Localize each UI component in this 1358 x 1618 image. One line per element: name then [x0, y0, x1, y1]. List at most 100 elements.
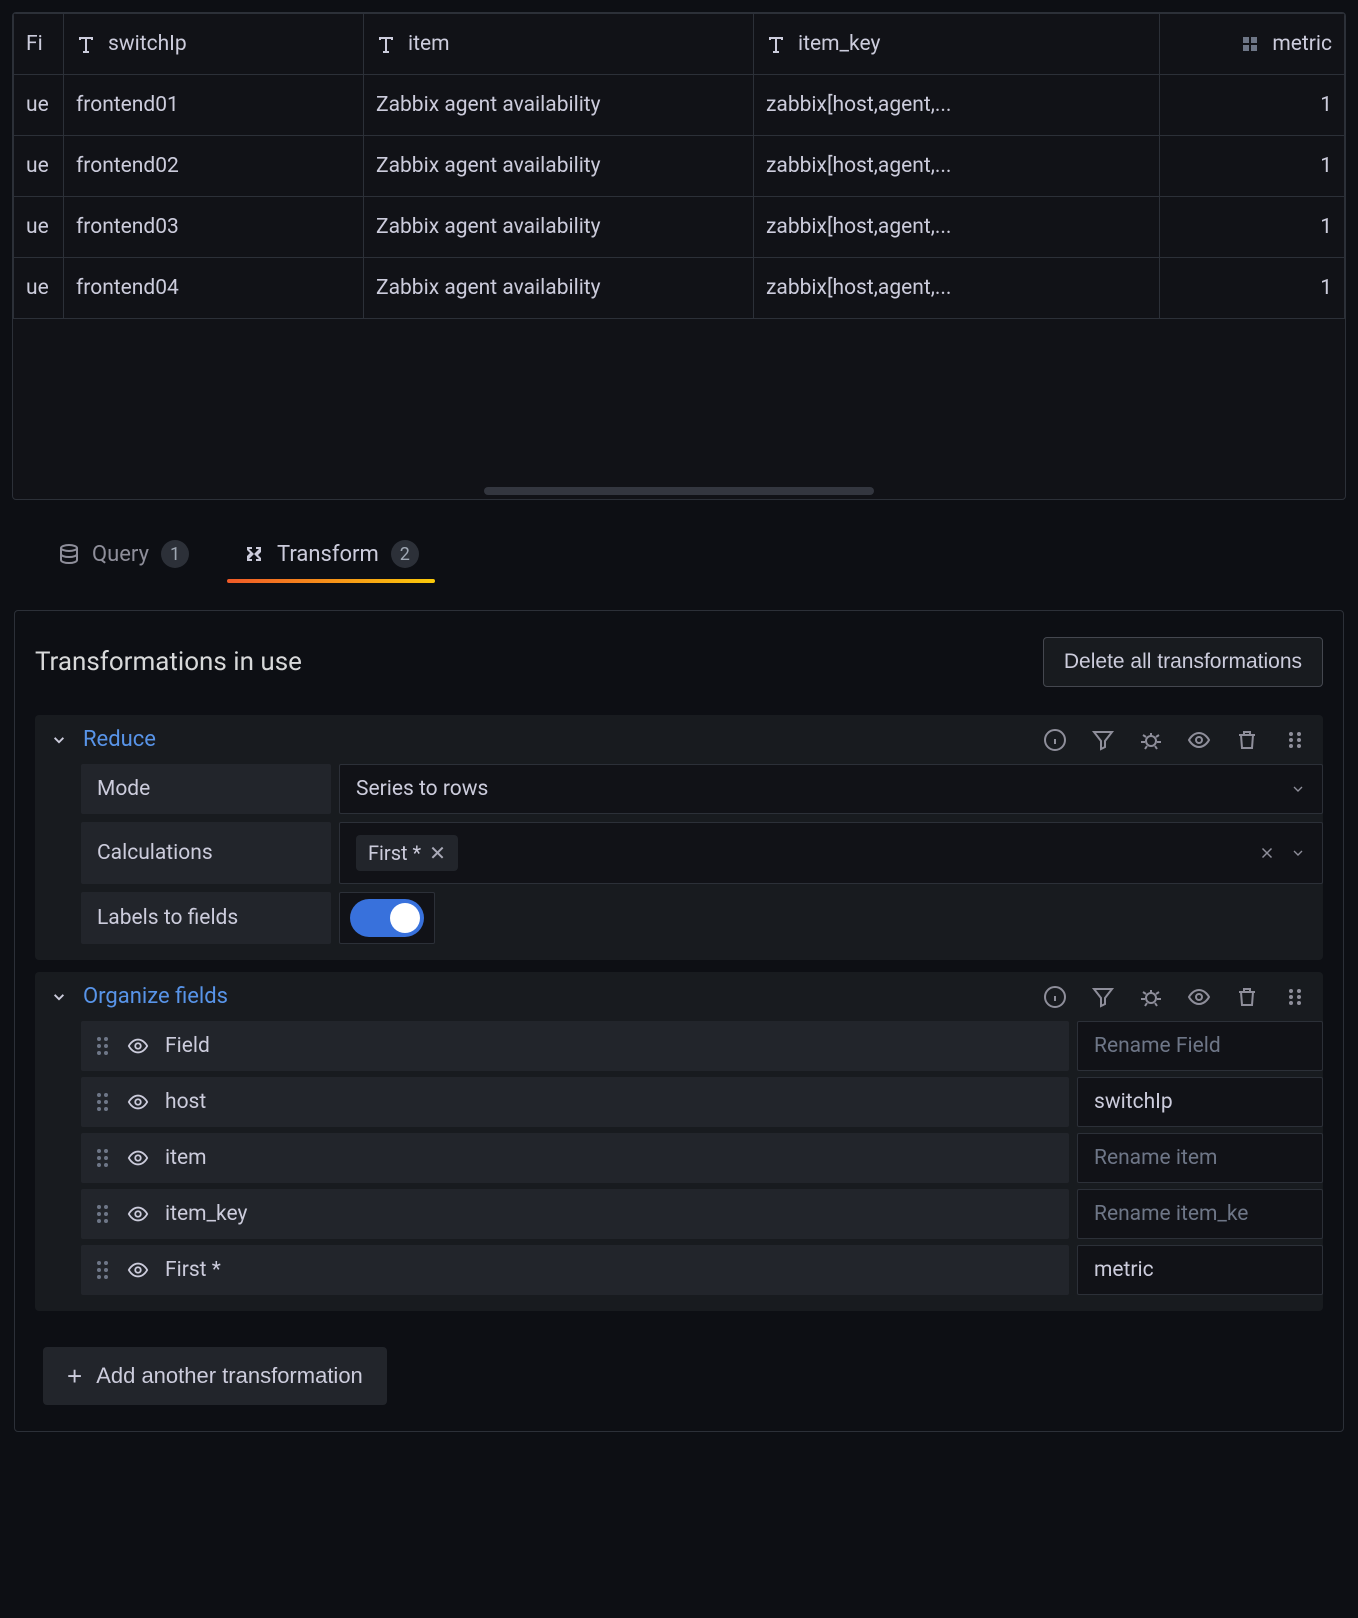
clear-icon[interactable] [1258, 844, 1276, 862]
rename-input[interactable] [1077, 1133, 1323, 1183]
text-type-icon [766, 34, 786, 54]
section-title: Transformations in use [35, 647, 302, 677]
table-row[interactable]: uefrontend03Zabbix agent availabilityzab… [14, 197, 1345, 258]
visibility-toggle-icon[interactable] [127, 1035, 149, 1057]
cell-switchip: frontend01 [64, 75, 364, 136]
filter-icon[interactable] [1091, 985, 1115, 1009]
rename-input[interactable] [1077, 1077, 1323, 1127]
cell-metric: 1 [1160, 258, 1345, 319]
cell-ue: ue [14, 136, 64, 197]
cell-item-key: zabbix[host,agent,... [754, 75, 1160, 136]
eye-icon[interactable] [1187, 985, 1211, 1009]
field-original-name: item_key [165, 1202, 247, 1226]
organize-field-row: host [35, 1077, 1323, 1133]
trash-icon[interactable] [1235, 728, 1259, 752]
field-name-cell: First * [81, 1245, 1069, 1295]
field-name-cell: item_key [81, 1189, 1069, 1239]
labels-to-fields-label: Labels to fields [81, 892, 331, 944]
results-panel: Fi switchIp item item_key [12, 12, 1346, 500]
transform-icon [243, 543, 265, 565]
transform-title-link[interactable]: Organize fields [77, 984, 1033, 1009]
cell-ue: ue [14, 197, 64, 258]
grid-type-icon [1240, 34, 1260, 54]
delete-all-button[interactable]: Delete all transformations [1043, 637, 1323, 687]
cell-item-key: zabbix[host,agent,... [754, 197, 1160, 258]
cell-metric: 1 [1160, 197, 1345, 258]
drag-handle-icon[interactable] [97, 1149, 111, 1167]
transform-title-link[interactable]: Reduce [77, 727, 1033, 752]
tab-query[interactable]: Query 1 [42, 526, 205, 582]
table-row[interactable]: uefrontend01Zabbix agent availabilityzab… [14, 75, 1345, 136]
trash-icon[interactable] [1235, 985, 1259, 1009]
transformations-section: Transformations in use Delete all transf… [14, 610, 1344, 1432]
query-count-badge: 1 [161, 540, 189, 568]
col-header-item[interactable]: item [364, 14, 754, 75]
cell-switchip: frontend03 [64, 197, 364, 258]
visibility-toggle-icon[interactable] [127, 1147, 149, 1169]
organize-field-row: First * [35, 1245, 1323, 1301]
cell-item-key: zabbix[host,agent,... [754, 136, 1160, 197]
col-header-switchip[interactable]: switchIp [64, 14, 364, 75]
field-name-cell: Field [81, 1021, 1069, 1071]
add-transformation-button[interactable]: + Add another transformation [43, 1347, 387, 1405]
cell-item: Zabbix agent availability [364, 197, 754, 258]
grip-icon[interactable] [1283, 728, 1307, 752]
visibility-toggle-icon[interactable] [127, 1259, 149, 1281]
col-header-metric[interactable]: metric [1160, 14, 1345, 75]
text-type-icon [76, 34, 96, 54]
field-name-cell: item [81, 1133, 1069, 1183]
results-table: Fi switchIp item item_key [13, 13, 1345, 319]
cell-switchip: frontend02 [64, 136, 364, 197]
drag-handle-icon[interactable] [97, 1093, 111, 1111]
visibility-toggle-icon[interactable] [127, 1203, 149, 1225]
organize-field-row: item [35, 1133, 1323, 1189]
cell-item-key: zabbix[host,agent,... [754, 258, 1160, 319]
organize-field-row: item_key [35, 1189, 1323, 1245]
filter-icon[interactable] [1091, 728, 1115, 752]
debug-icon[interactable] [1139, 985, 1163, 1009]
mode-label: Mode [81, 764, 331, 814]
mode-select[interactable]: Series to rows [339, 764, 1323, 814]
rename-input[interactable] [1077, 1245, 1323, 1295]
info-icon[interactable] [1043, 728, 1067, 752]
eye-icon[interactable] [1187, 728, 1211, 752]
debug-icon[interactable] [1139, 728, 1163, 752]
col-header-item-key[interactable]: item_key [754, 14, 1160, 75]
organize-field-row: Field [35, 1021, 1323, 1077]
field-original-name: Field [165, 1034, 210, 1058]
field-original-name: item [165, 1146, 207, 1170]
field-original-name: host [165, 1090, 206, 1114]
chevron-down-icon[interactable] [51, 989, 67, 1005]
rename-input[interactable] [1077, 1021, 1323, 1071]
transform-reduce: Reduce Mode Series to rows Calculations … [35, 715, 1323, 960]
table-row[interactable]: uefrontend04Zabbix agent availabilityzab… [14, 258, 1345, 319]
info-icon[interactable] [1043, 985, 1067, 1009]
editor-tabs: Query 1 Transform 2 [0, 526, 1358, 582]
col-header-fi[interactable]: Fi [14, 14, 64, 75]
cell-ue: ue [14, 258, 64, 319]
calc-chip: First * ✕ [356, 835, 458, 871]
calculations-label: Calculations [81, 822, 331, 884]
cell-item: Zabbix agent availability [364, 75, 754, 136]
remove-chip-icon[interactable]: ✕ [429, 841, 446, 865]
drag-handle-icon[interactable] [97, 1205, 111, 1223]
calculations-select[interactable]: First * ✕ [339, 822, 1323, 884]
table-row[interactable]: uefrontend02Zabbix agent availabilityzab… [14, 136, 1345, 197]
rename-input[interactable] [1077, 1189, 1323, 1239]
text-type-icon [376, 34, 396, 54]
tab-transform[interactable]: Transform 2 [227, 526, 435, 582]
labels-to-fields-toggle[interactable] [350, 899, 424, 937]
drag-handle-icon[interactable] [97, 1261, 111, 1279]
transform-organize-fields: Organize fields Field host item item_key Fir… [35, 972, 1323, 1311]
cell-item: Zabbix agent availability [364, 136, 754, 197]
cell-metric: 1 [1160, 136, 1345, 197]
horizontal-scrollbar[interactable] [484, 487, 874, 495]
field-name-cell: host [81, 1077, 1069, 1127]
drag-handle-icon[interactable] [97, 1037, 111, 1055]
cell-ue: ue [14, 75, 64, 136]
chevron-down-icon [1290, 845, 1306, 861]
visibility-toggle-icon[interactable] [127, 1091, 149, 1113]
transform-count-badge: 2 [391, 540, 419, 568]
chevron-down-icon[interactable] [51, 732, 67, 748]
grip-icon[interactable] [1283, 985, 1307, 1009]
